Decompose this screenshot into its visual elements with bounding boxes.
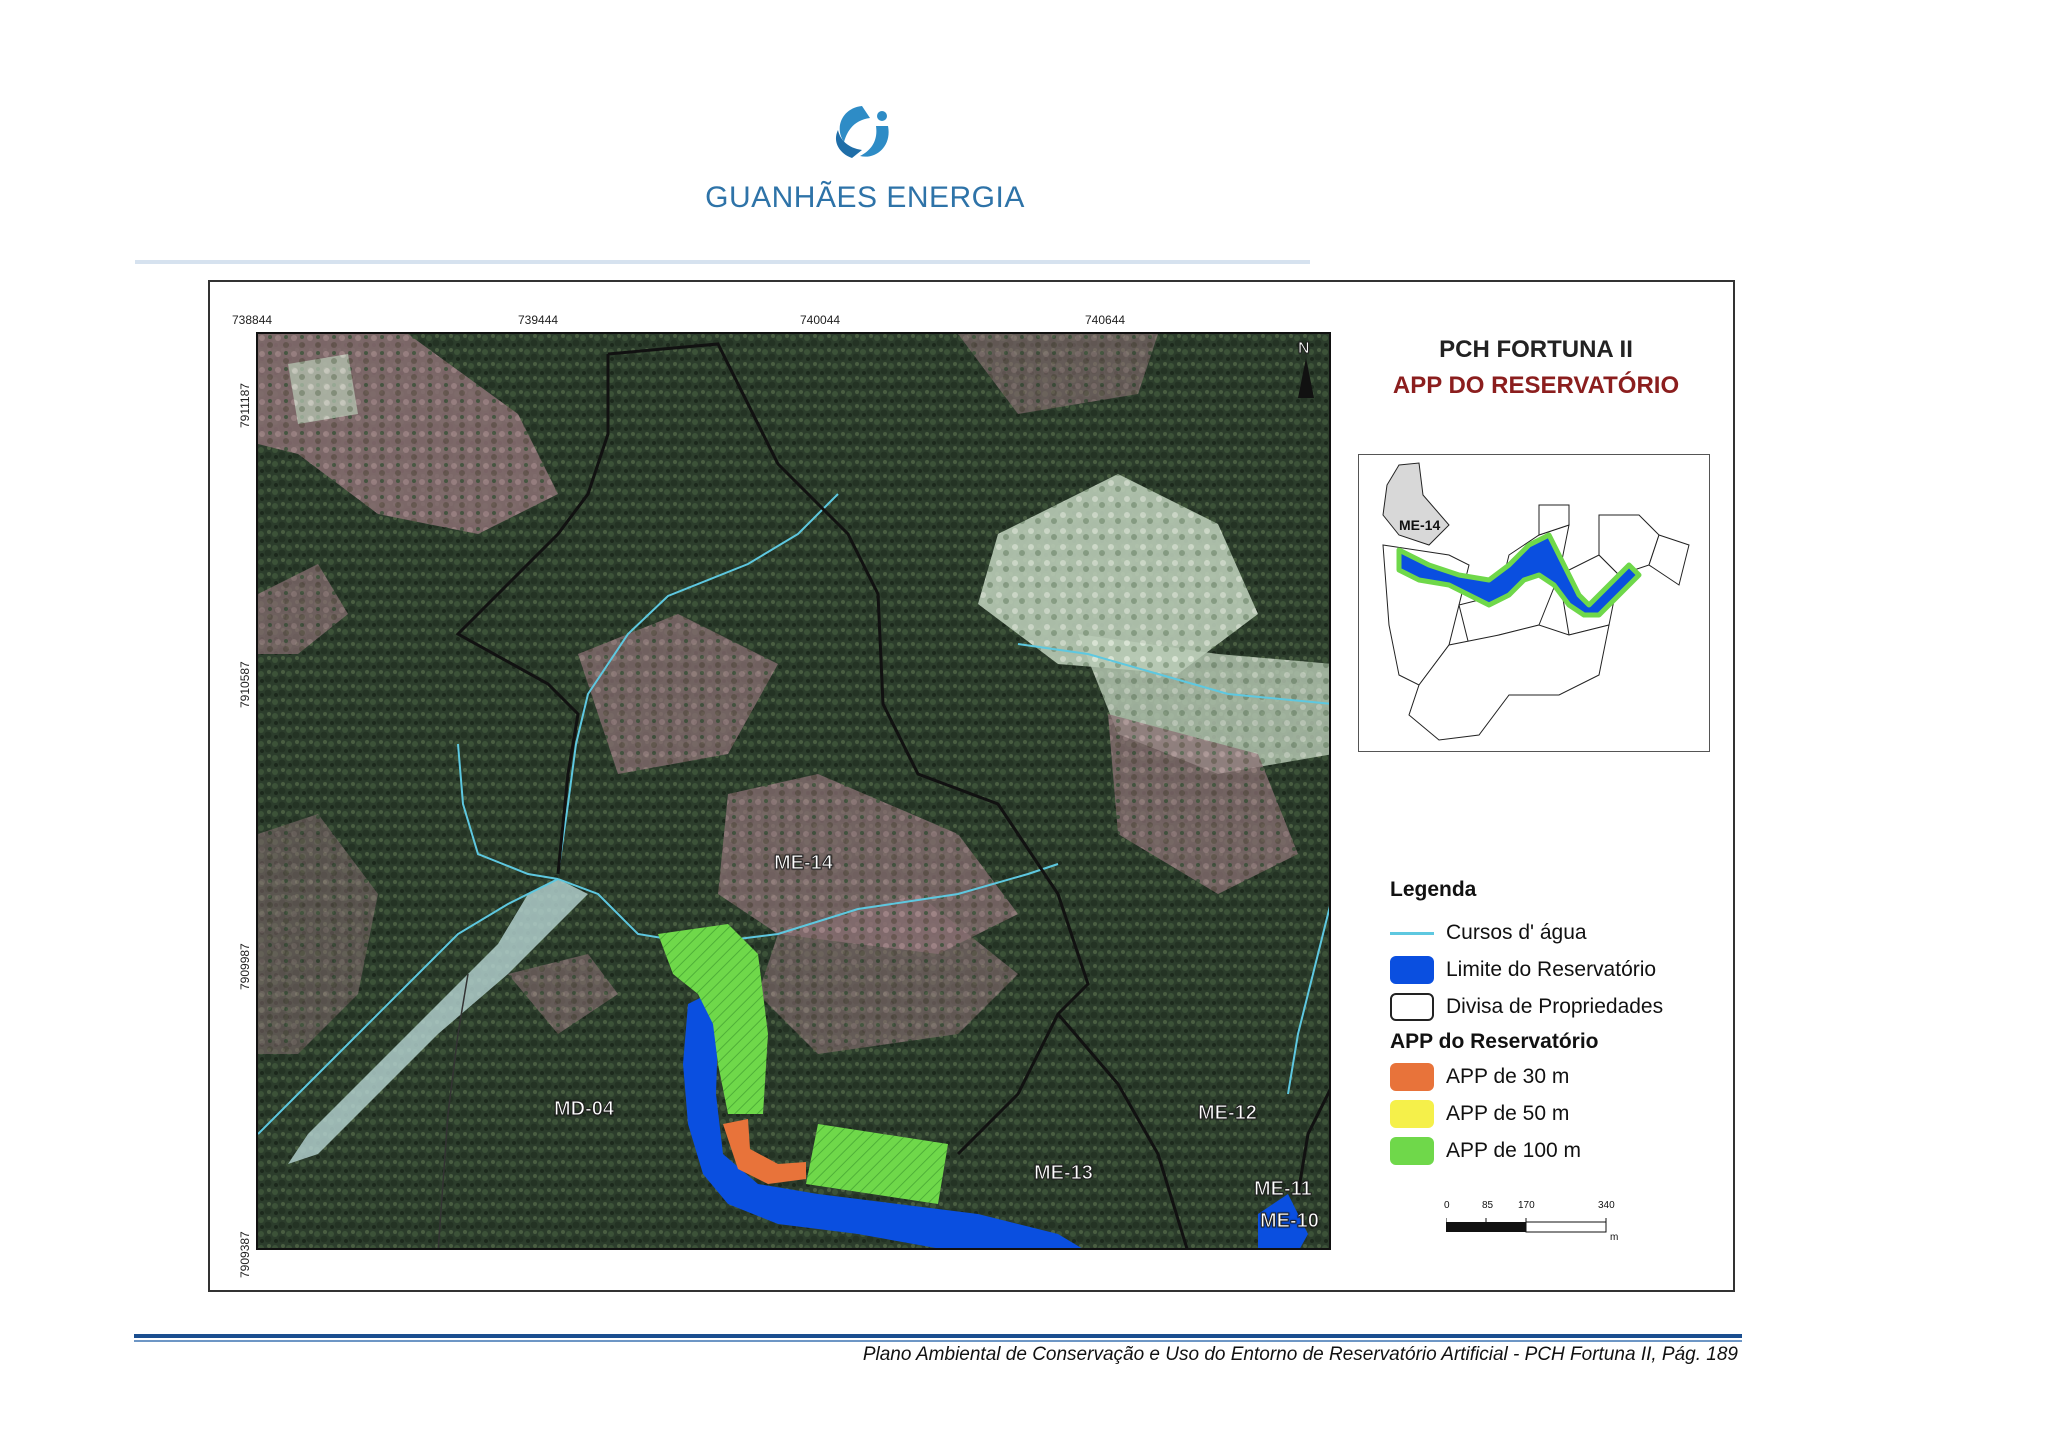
scale-tick-label: 0	[1444, 1200, 1450, 1211]
map-subtitle: APP DO RESERVATÓRIO	[1392, 372, 1680, 399]
scale-tick-label: 340	[1598, 1200, 1615, 1211]
inset-property-label: ME-14	[1399, 517, 1441, 533]
app-100m-swatch-icon	[1390, 1137, 1434, 1165]
footer-divider-thin	[134, 1340, 1742, 1342]
north-arrow-icon: N	[1298, 340, 1311, 358]
legend-item: APP de 30 m	[1390, 1062, 1569, 1092]
company-logo-icon	[835, 106, 889, 158]
legend-item-label: Cursos d' água	[1446, 921, 1587, 944]
property-label: ME-10	[1260, 1210, 1320, 1233]
north-arrow-shape-icon	[1298, 358, 1314, 398]
scale-tick-label: 170	[1518, 1200, 1535, 1211]
coord-x-label: 740644	[1085, 313, 1126, 327]
property-boundary-swatch-icon	[1390, 993, 1434, 1021]
header-divider	[135, 260, 1310, 264]
coord-x-label: 739444	[518, 313, 559, 327]
inset-map: ME-14	[1358, 454, 1710, 752]
scale-tick-label: 85	[1482, 1200, 1494, 1211]
property-label: ME-13	[1034, 1162, 1094, 1185]
coord-y-label: 7909387	[238, 1231, 252, 1278]
footer-divider	[134, 1334, 1742, 1338]
scale-bar	[1446, 1218, 1607, 1233]
satellite-map-svg	[258, 334, 1329, 1248]
app-50m-swatch-icon	[1390, 1100, 1434, 1128]
legend-item: Limite do Reservatório	[1390, 955, 1656, 985]
legend-title: Legenda	[1390, 878, 1477, 901]
legend-item: APP de 100 m	[1390, 1136, 1581, 1166]
legend-item-label: Divisa de Propriedades	[1446, 995, 1664, 1018]
legend-item-label: Limite do Reservatório	[1446, 958, 1657, 981]
legend-item: Cursos d' água	[1390, 918, 1587, 948]
footer-caption: Plano Ambiental de Conservação e Uso do …	[862, 1344, 1738, 1365]
coord-y-label: 7909987	[238, 943, 252, 990]
app-30m-swatch-icon	[1390, 1063, 1434, 1091]
stream-line-icon	[1390, 931, 1434, 935]
property-label: MD-04	[553, 1098, 615, 1121]
property-label: ME-12	[1198, 1102, 1258, 1125]
company-logo-text: GUANHÃES ENERGIA	[705, 181, 1025, 214]
scale-unit: m	[1610, 1232, 1619, 1243]
property-label: ME-14	[774, 852, 834, 875]
coord-x-label: 740044	[800, 313, 841, 327]
legend-item-label: APP de 100 m	[1446, 1139, 1582, 1162]
coord-y-label: 7911187	[238, 383, 252, 428]
legend-item: Divisa de Propriedades	[1390, 992, 1663, 1022]
map-title: PCH FORTUNA II	[1439, 336, 1633, 363]
app-legend-title: APP do Reservatório	[1390, 1030, 1599, 1053]
satellite-map[interactable]: N ME-14 MD-04 ME-13 ME-12 ME-11 ME-10	[256, 332, 1331, 1250]
legend-item-label: APP de 30 m	[1446, 1065, 1570, 1088]
coord-y-label: 7910587	[238, 661, 252, 708]
coord-x-label: 738844	[232, 313, 273, 327]
inset-map-svg	[1382, 462, 1690, 741]
reservoir-swatch-icon	[1390, 956, 1434, 984]
legend-item: APP de 50 m	[1390, 1099, 1569, 1129]
legend-item-label: APP de 50 m	[1446, 1102, 1570, 1125]
property-label: ME-11	[1254, 1178, 1313, 1201]
